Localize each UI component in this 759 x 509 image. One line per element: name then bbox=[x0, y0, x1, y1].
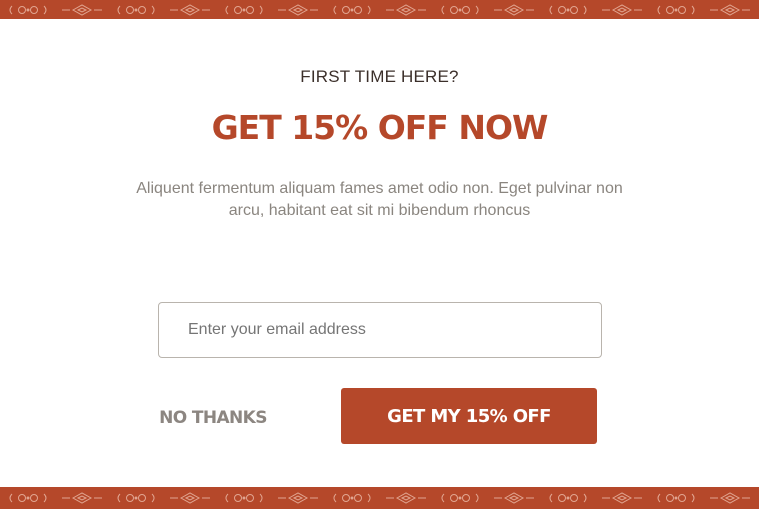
decorative-border-bottom bbox=[0, 487, 759, 509]
ornament-pattern-icon bbox=[0, 487, 759, 509]
description-text: Aliquent fermentum aliquam fames amet od… bbox=[136, 180, 623, 219]
ornament-pattern-icon bbox=[0, 0, 759, 19]
eyebrow-text: FIRST TIME HERE? bbox=[300, 67, 459, 86]
discount-popup: FIRST TIME HERE? GET 15% OFF NOW Aliquen… bbox=[0, 0, 759, 509]
decorative-border-top bbox=[0, 0, 759, 19]
get-discount-button[interactable]: GET MY 15% OFF bbox=[341, 388, 597, 444]
email-input[interactable] bbox=[158, 302, 602, 358]
no-thanks-button[interactable]: NO THANKS bbox=[152, 404, 274, 432]
offer-headline: GET 15% OFF NOW bbox=[211, 108, 549, 147]
